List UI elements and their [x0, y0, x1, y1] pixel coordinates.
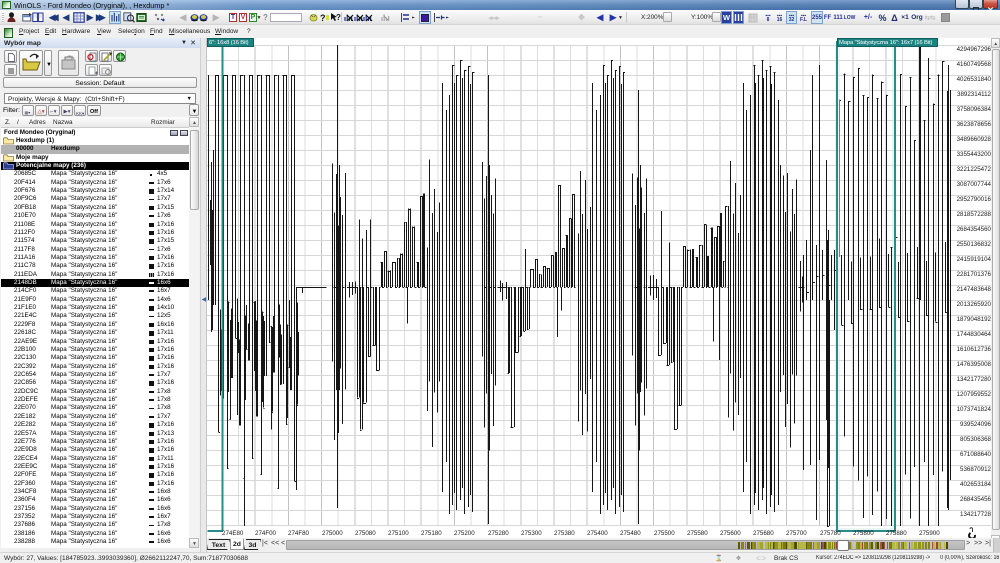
svg-text:?: ? [336, 13, 341, 22]
